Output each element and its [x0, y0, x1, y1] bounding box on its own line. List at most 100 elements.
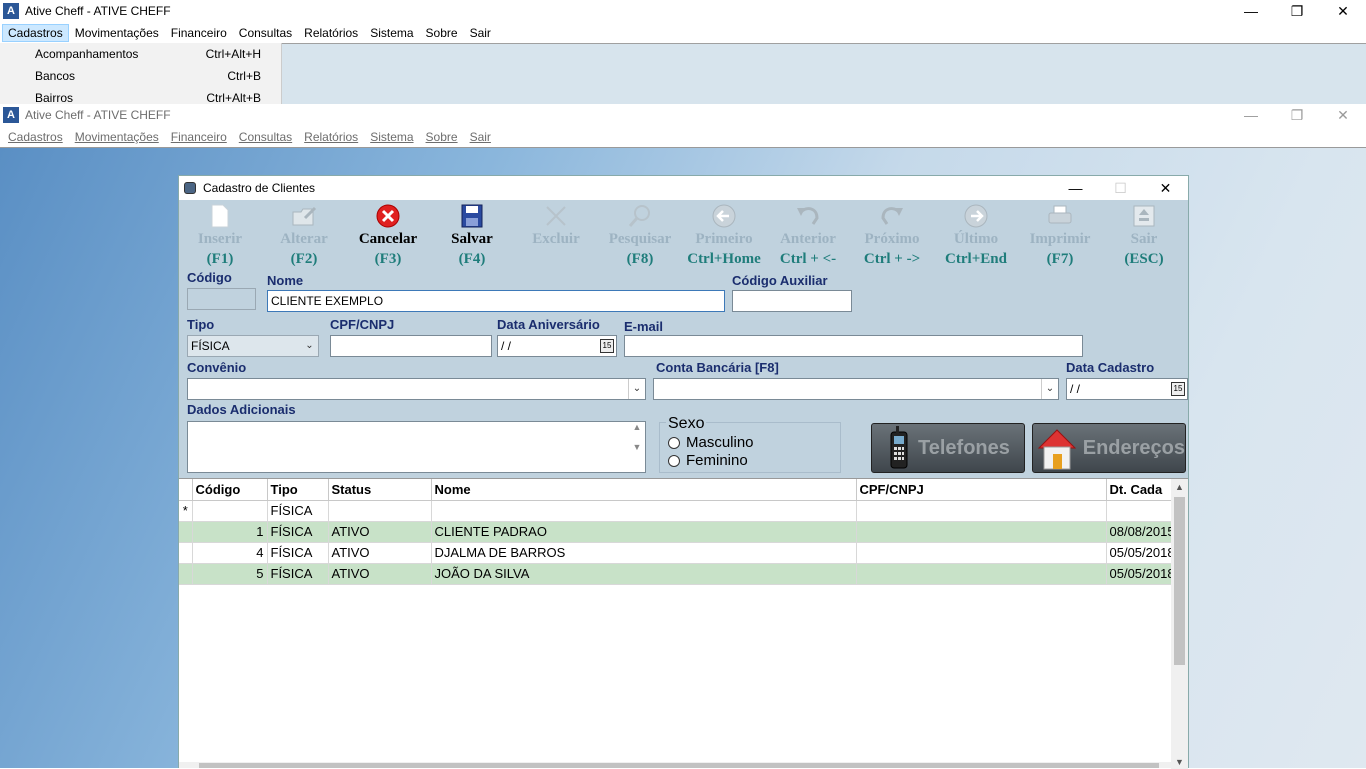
- imprimir-button[interactable]: Imprimir (F7): [1018, 203, 1102, 269]
- cell-cpf-cnpj[interactable]: [856, 563, 1107, 585]
- dados-adicionais-textarea[interactable]: ▲ ▼: [187, 421, 646, 473]
- back-menu-consultas[interactable]: Consultas: [233, 24, 298, 42]
- scroll-up-icon[interactable]: ▲: [1171, 482, 1188, 492]
- back-menu-cadastros[interactable]: Cadastros: [2, 23, 69, 42]
- cell-nome[interactable]: CLIENTE PADRAO: [431, 521, 857, 543]
- table-row[interactable]: 1 FÍSICA ATIVO CLIENTE PADRAO 08/08/2015: [179, 521, 1179, 543]
- inserir-button[interactable]: Inserir (F1): [178, 203, 262, 269]
- menu-movimentacoes[interactable]: Movimentações: [69, 128, 165, 146]
- back-menu-sair[interactable]: Sair: [464, 24, 497, 42]
- column-header-cpf-cnpj[interactable]: CPF/CNPJ: [856, 479, 1107, 501]
- table-row[interactable]: 4 FÍSICA ATIVO DJALMA DE BARROS 05/05/20…: [179, 542, 1179, 564]
- scroll-down-icon[interactable]: ▼: [1171, 757, 1188, 767]
- cell-dt-cadastro[interactable]: [1106, 500, 1179, 522]
- dialog-minimize-button[interactable]: —: [1053, 176, 1098, 200]
- menu-item-bairros[interactable]: Bairros Ctrl+Alt+B: [0, 87, 281, 104]
- excluir-button[interactable]: Excluir: [514, 203, 598, 249]
- menu-relatorios[interactable]: Relatórios: [298, 128, 364, 146]
- grid-vertical-scrollbar[interactable]: ▲ ▼: [1171, 479, 1188, 769]
- cell-cpf-cnpj[interactable]: [856, 521, 1107, 543]
- cell-status[interactable]: ATIVO: [328, 542, 432, 564]
- last-arrow-icon: [934, 203, 1018, 229]
- column-header-dt-cadastro[interactable]: Dt. Cada: [1106, 479, 1179, 501]
- back-menu-financeiro[interactable]: Financeiro: [165, 24, 233, 42]
- cell-tipo[interactable]: FÍSICA: [267, 521, 329, 543]
- cell-codigo[interactable]: [192, 500, 268, 522]
- cell-tipo[interactable]: FÍSICA: [267, 542, 329, 564]
- horizontal-scroll-thumb[interactable]: [199, 763, 1159, 768]
- telefones-button[interactable]: Telefones: [871, 423, 1025, 473]
- cell-tipo[interactable]: FÍSICA: [267, 563, 329, 585]
- dialog-close-button[interactable]: ✕: [1143, 176, 1188, 200]
- sexo-masculino-radio[interactable]: Masculino: [668, 434, 754, 451]
- menu-consultas[interactable]: Consultas: [233, 128, 298, 146]
- table-row[interactable]: 5 FÍSICA ATIVO JOÃO DA SILVA 05/05/2018: [179, 563, 1179, 585]
- back-restore-button[interactable]: ❐: [1274, 0, 1320, 22]
- cell-codigo[interactable]: 1: [192, 521, 268, 543]
- column-header-nome[interactable]: Nome: [431, 479, 857, 501]
- enderecos-button[interactable]: Endereços: [1032, 423, 1186, 473]
- sexo-feminino-radio[interactable]: Feminino: [668, 452, 748, 469]
- back-menu-sistema[interactable]: Sistema: [364, 24, 419, 42]
- cell-dt-cadastro[interactable]: 05/05/2018: [1106, 563, 1179, 585]
- nome-input[interactable]: CLIENTE EXEMPLO: [267, 290, 725, 312]
- alterar-button[interactable]: Alterar (F2): [262, 203, 346, 269]
- cpf-cnpj-input[interactable]: [330, 335, 492, 357]
- back-minimize-button[interactable]: —: [1228, 0, 1274, 22]
- convenio-select[interactable]: ⌄: [187, 378, 646, 400]
- front-minimize-button[interactable]: —: [1228, 104, 1274, 126]
- cancelar-button[interactable]: Cancelar (F3): [346, 203, 430, 269]
- front-close-button[interactable]: ✕: [1320, 104, 1366, 126]
- cell-status[interactable]: [328, 500, 432, 522]
- cell-status[interactable]: ATIVO: [328, 563, 432, 585]
- cell-codigo[interactable]: 5: [192, 563, 268, 585]
- column-header-status[interactable]: Status: [328, 479, 432, 501]
- cell-tipo[interactable]: FÍSICA: [267, 500, 329, 522]
- back-menu-movimentacoes[interactable]: Movimentações: [69, 24, 165, 42]
- menu-item-bancos[interactable]: Bancos Ctrl+B: [0, 65, 281, 87]
- menu-financeiro[interactable]: Financeiro: [165, 128, 233, 146]
- grid-horizontal-scrollbar[interactable]: [179, 762, 1171, 768]
- conta-bancaria-select[interactable]: ⌄: [653, 378, 1059, 400]
- data-aniversario-input[interactable]: / / 15: [497, 335, 617, 357]
- cell-dt-cadastro[interactable]: 08/08/2015: [1106, 521, 1179, 543]
- cell-nome[interactable]: JOÃO DA SILVA: [431, 563, 857, 585]
- sair-button[interactable]: Sair (ESC): [1102, 203, 1186, 269]
- column-header-tipo[interactable]: Tipo: [267, 479, 329, 501]
- email-input[interactable]: [624, 335, 1083, 357]
- salvar-button[interactable]: Salvar (F4): [430, 203, 514, 269]
- column-header-codigo[interactable]: Código: [192, 479, 268, 501]
- cell-nome[interactable]: DJALMA DE BARROS: [431, 542, 857, 564]
- menu-sistema[interactable]: Sistema: [364, 128, 419, 146]
- cell-cpf-cnpj[interactable]: [856, 542, 1107, 564]
- codigo-auxiliar-input[interactable]: [732, 290, 852, 312]
- cell-cpf-cnpj[interactable]: [856, 500, 1107, 522]
- menu-item-acompanhamentos[interactable]: Acompanhamentos Ctrl+Alt+H: [0, 43, 281, 65]
- table-row-new[interactable]: * FÍSICA: [179, 500, 1179, 522]
- anterior-button[interactable]: Anterior Ctrl + <-: [766, 203, 850, 269]
- calendar-icon[interactable]: 15: [1171, 382, 1185, 396]
- calendar-icon[interactable]: 15: [600, 339, 614, 353]
- ultimo-button[interactable]: Último Ctrl+End: [934, 203, 1018, 269]
- back-menu-relatorios[interactable]: Relatórios: [298, 24, 364, 42]
- menu-sair[interactable]: Sair: [464, 128, 497, 146]
- back-menu-sobre[interactable]: Sobre: [420, 24, 464, 42]
- chevron-down-icon: ⌄: [628, 379, 645, 399]
- menu-sobre[interactable]: Sobre: [420, 128, 464, 146]
- cell-codigo[interactable]: 4: [192, 542, 268, 564]
- cell-nome[interactable]: [431, 500, 857, 522]
- tipo-select[interactable]: FÍSICA ⌄: [187, 335, 319, 357]
- scroll-thumb[interactable]: [1174, 497, 1185, 665]
- proximo-button[interactable]: Próximo Ctrl + ->: [850, 203, 934, 269]
- front-restore-button[interactable]: ❐: [1274, 104, 1320, 126]
- memo-scrollbar[interactable]: ▲ ▼: [629, 422, 645, 472]
- pesquisar-button[interactable]: Pesquisar (F8): [598, 203, 682, 269]
- back-close-button[interactable]: ✕: [1320, 0, 1366, 22]
- primeiro-button[interactable]: Primeiro Ctrl+Home: [682, 203, 766, 269]
- floppy-disk-icon: [430, 203, 514, 229]
- menu-cadastros[interactable]: Cadastros: [2, 128, 69, 146]
- clientes-grid[interactable]: Código Tipo Status Nome CPF/CNPJ Dt. Cad…: [179, 478, 1188, 769]
- cell-status[interactable]: ATIVO: [328, 521, 432, 543]
- cell-dt-cadastro[interactable]: 05/05/2018: [1106, 542, 1179, 564]
- data-cadastro-input[interactable]: / / 15: [1066, 378, 1188, 400]
